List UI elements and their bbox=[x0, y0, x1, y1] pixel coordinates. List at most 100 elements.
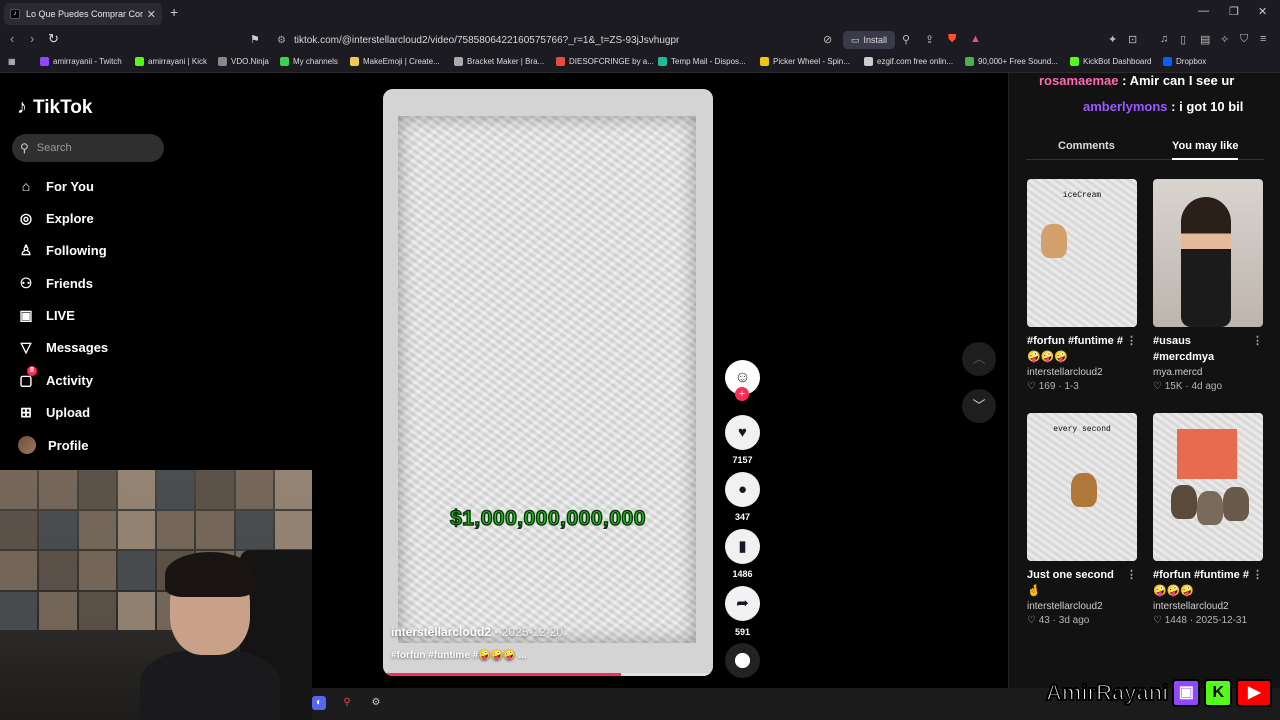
bookmark-item[interactable]: MakeEmoji | Create... bbox=[350, 57, 440, 66]
music-icon[interactable]: ♫ bbox=[1160, 33, 1168, 45]
tab-comments[interactable]: Comments bbox=[1058, 140, 1115, 152]
comment-count: 347 bbox=[734, 512, 751, 522]
nav-friends[interactable]: ⚇ Friends bbox=[18, 275, 93, 292]
menu-icon[interactable]: ≡ bbox=[1260, 33, 1266, 45]
video-progress-bar[interactable] bbox=[383, 673, 713, 676]
card-author[interactable]: interstellarcloud2 bbox=[1027, 601, 1137, 612]
video-player[interactable]: $1,000,000,000,000 interstellarcloud2 · … bbox=[383, 89, 713, 676]
comment-icon: ● bbox=[737, 481, 748, 498]
nav-messages[interactable]: ▽ Messages bbox=[18, 339, 109, 356]
map-pin-icon[interactable]: ⚲ bbox=[340, 696, 354, 710]
nav-following[interactable]: ♙ Following bbox=[18, 242, 107, 259]
nav-label: Messages bbox=[46, 340, 109, 355]
brave-shield-icon[interactable]: ⛊ bbox=[948, 33, 956, 46]
nav-live[interactable]: ▣ LIVE bbox=[18, 307, 75, 324]
video-card[interactable]: #forfun #funtime #🤪🤪🤪 ⋮ interstellarcloud… bbox=[1153, 413, 1263, 626]
bookmark-item[interactable]: VDO.Ninja bbox=[218, 57, 269, 66]
video-card[interactable]: every second Just one second 🤞 ⋮ interste… bbox=[1027, 413, 1137, 626]
zoom-icon[interactable]: ⚲ bbox=[902, 33, 910, 46]
previous-video-button[interactable]: ︿ bbox=[962, 342, 996, 376]
bookmark-item[interactable]: Bracket Maker | Bra... bbox=[454, 57, 544, 66]
tab-you-may-like[interactable]: You may like bbox=[1172, 140, 1239, 160]
heart-outline-icon: ♡ bbox=[1153, 615, 1165, 626]
maximize-icon[interactable]: ❐ bbox=[1229, 5, 1239, 18]
share-icon[interactable]: ⇪ bbox=[925, 33, 934, 46]
video-thumbnail[interactable]: every second bbox=[1027, 413, 1137, 561]
bookmark-item[interactable]: amirrayanii - Twitch bbox=[40, 57, 122, 66]
video-author[interactable]: interstellarcloud2 · 2025-12-20 bbox=[391, 625, 563, 639]
tiktok-logo[interactable]: ♪ TikTok bbox=[17, 96, 92, 119]
video-thumbnail[interactable]: iceCream bbox=[1027, 179, 1137, 327]
share-button[interactable]: ➦ bbox=[725, 586, 760, 621]
more-options-icon[interactable]: ⋮ bbox=[1126, 567, 1137, 583]
discord-icon[interactable]: ◐ bbox=[312, 696, 326, 710]
nav-label: Friends bbox=[46, 276, 93, 291]
leo-ai-icon[interactable]: ✧ bbox=[1220, 33, 1229, 46]
video-card[interactable]: iceCream #forfun #funtime #🤪🤪🤪 ⋮ interste… bbox=[1027, 179, 1137, 392]
browser-tab[interactable]: ♪ Lo Que Puedes Comprar Con ✕ bbox=[4, 3, 162, 25]
comment-button[interactable]: ● bbox=[725, 472, 760, 507]
bookmark-label: MakeEmoji | Create... bbox=[363, 57, 440, 66]
install-button[interactable]: ▭ Install bbox=[843, 31, 896, 49]
media-mute-icon[interactable]: ⊘ bbox=[823, 33, 832, 46]
screenshot-icon[interactable]: ⊡ bbox=[1128, 33, 1137, 46]
nav-activity[interactable]: ▢ 8 Activity bbox=[18, 366, 93, 389]
card-author[interactable]: interstellarcloud2 bbox=[1027, 367, 1137, 378]
video-caption[interactable]: #forfun #funtime #🤪🤪🤪 ... bbox=[391, 650, 527, 661]
close-tab-icon[interactable]: ✕ bbox=[147, 8, 156, 21]
site-info-icon[interactable]: ⚙ bbox=[277, 35, 286, 46]
sidebar-icon[interactable]: ▯ bbox=[1180, 33, 1186, 46]
close-window-icon[interactable]: ✕ bbox=[1258, 5, 1267, 18]
minimize-icon[interactable]: — bbox=[1198, 5, 1209, 17]
video-card[interactable]: #usaus #mercdmya ⋮ mya.mercd ♡ 15K · 4d a… bbox=[1153, 179, 1263, 392]
nav-profile[interactable]: Profile bbox=[18, 436, 88, 454]
video-thumbnail[interactable] bbox=[1153, 413, 1263, 561]
apps-icon[interactable]: ▦ bbox=[8, 57, 16, 66]
card-title-text: #forfun #funtime #🤪🤪🤪 bbox=[1027, 335, 1123, 363]
chat-text: : Amir can I see ur bbox=[1122, 73, 1235, 88]
save-button[interactable]: ▮ bbox=[725, 529, 760, 564]
new-tab-icon[interactable]: + bbox=[170, 4, 178, 20]
bookmark-label: amirrayani | Kick bbox=[148, 57, 207, 66]
back-icon[interactable]: ‹ bbox=[10, 31, 14, 46]
vpn-icon[interactable]: ⛉ bbox=[1240, 33, 1248, 46]
bookmark-item[interactable]: KickBot Dashboard bbox=[1070, 57, 1151, 66]
bookmark-item[interactable]: My channels bbox=[280, 57, 338, 66]
video-thumbnail[interactable] bbox=[1153, 179, 1263, 327]
nav-explore[interactable]: ◎ Explore bbox=[18, 210, 94, 227]
extensions-icon[interactable]: ✦ bbox=[1108, 33, 1117, 46]
search-input[interactable] bbox=[36, 142, 147, 154]
logo-text: TikTok bbox=[33, 96, 93, 118]
bookmark-item[interactable]: Dropbox bbox=[1163, 57, 1206, 66]
bookmark-label: Temp Mail - Dispos... bbox=[671, 57, 746, 66]
bookmark-icon[interactable]: ⚑ bbox=[250, 33, 260, 46]
nav-upload[interactable]: ⊞ Upload bbox=[18, 404, 90, 421]
more-options-icon[interactable]: ⋮ bbox=[1252, 567, 1263, 583]
bookmark-item[interactable]: ezgif.com free onlin... bbox=[864, 57, 953, 66]
bookmark-item[interactable]: 90,000+ Free Sound... bbox=[965, 57, 1058, 66]
card-author[interactable]: mya.mercd bbox=[1153, 367, 1263, 378]
rewards-icon[interactable]: ▲ bbox=[970, 33, 981, 45]
search-box[interactable]: ⚲ bbox=[12, 134, 164, 162]
wallet-icon[interactable]: ▤ bbox=[1200, 33, 1210, 46]
bookmark-label: Bracket Maker | Bra... bbox=[467, 57, 545, 66]
bookmark-item[interactable]: DIESOFCRINGE by a... bbox=[556, 57, 654, 66]
card-author[interactable]: interstellarcloud2 bbox=[1153, 601, 1263, 612]
next-video-button[interactable]: ﹀ bbox=[962, 389, 996, 423]
tab-title: Lo Que Puedes Comprar Con bbox=[26, 9, 143, 19]
more-options-icon[interactable]: ⋮ bbox=[1252, 333, 1263, 349]
profile-avatar bbox=[18, 436, 36, 454]
reload-icon[interactable]: ↻ bbox=[48, 31, 59, 47]
music-disc-icon[interactable] bbox=[725, 643, 760, 678]
bookmark-item[interactable]: Temp Mail - Dispos... bbox=[658, 57, 746, 66]
search-icon: ⚲ bbox=[20, 141, 29, 155]
bookmark-item[interactable]: amirrayani | Kick bbox=[135, 57, 207, 66]
nav-for-you[interactable]: ⌂ For You bbox=[18, 178, 94, 194]
card-meta: ♡ 43 · 3d ago bbox=[1027, 615, 1090, 626]
forward-icon[interactable]: › bbox=[30, 31, 34, 46]
settings-icon[interactable]: ⚙ bbox=[369, 696, 383, 710]
bookmark-item[interactable]: Picker Wheel - Spin... bbox=[760, 57, 850, 66]
follow-plus-icon[interactable]: + bbox=[735, 387, 749, 401]
more-options-icon[interactable]: ⋮ bbox=[1126, 333, 1137, 349]
like-button[interactable]: ♥ bbox=[725, 415, 760, 450]
